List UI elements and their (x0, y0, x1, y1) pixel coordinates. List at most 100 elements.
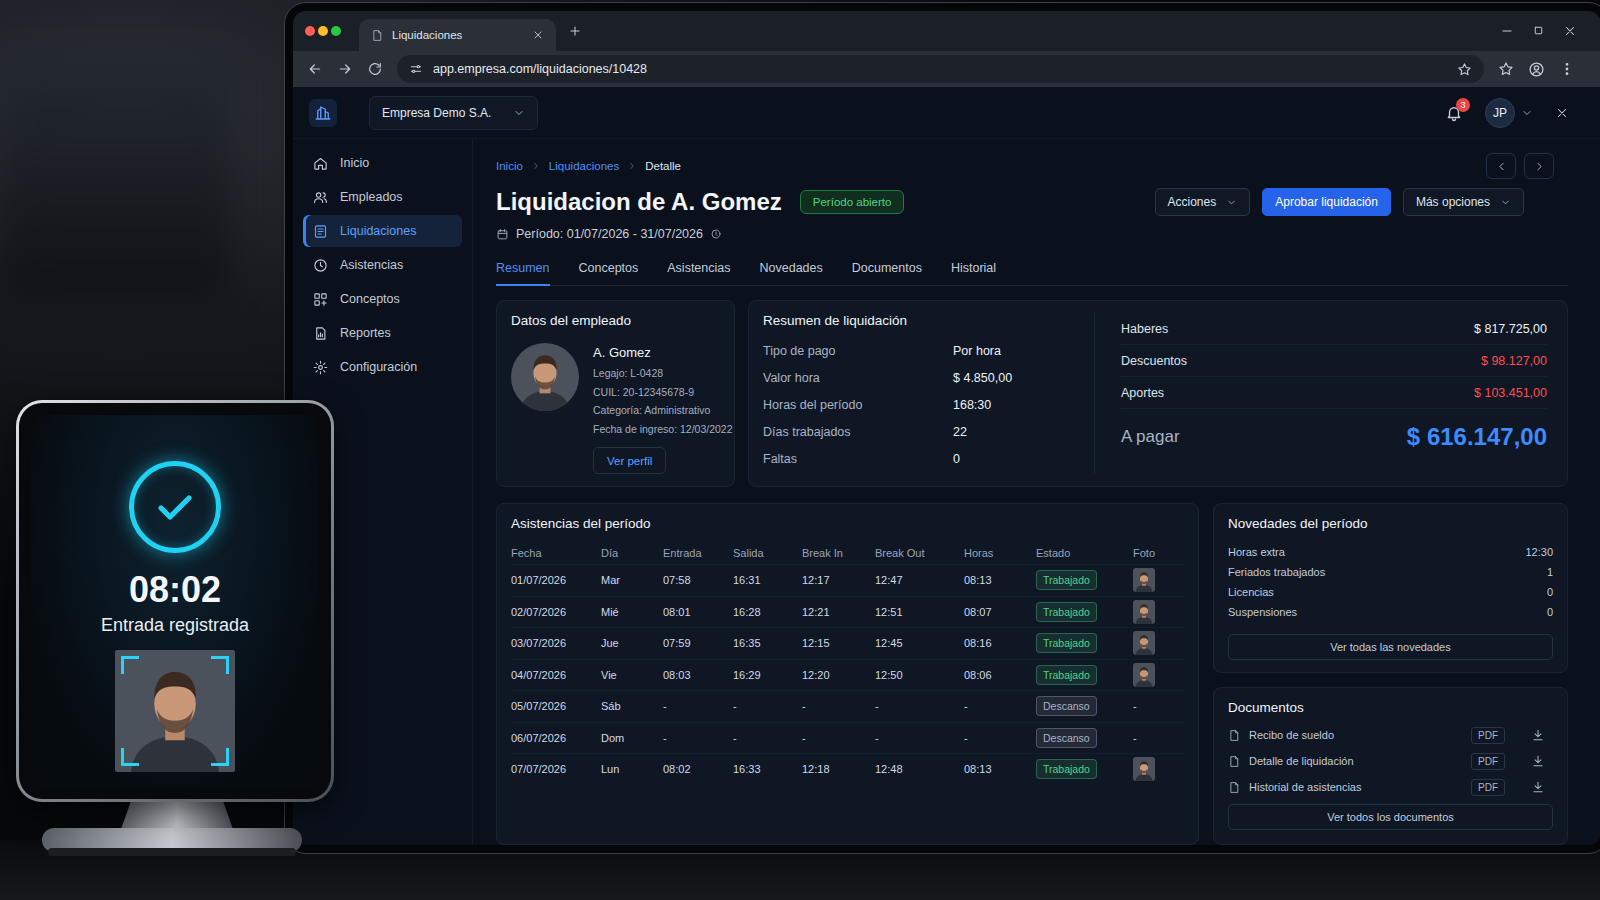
sidebar-item[interactable]: Reportes (303, 317, 462, 349)
column-header: Estado (1036, 547, 1133, 559)
company-selector[interactable]: Empresa Demo S.A. (369, 96, 538, 130)
close-icon (532, 29, 544, 41)
table-cell: - (875, 732, 964, 744)
table-row[interactable]: 01/07/2026Mar07:5816:3112:1712:4708:13Tr… (511, 564, 1184, 596)
column-header: Día (601, 547, 663, 559)
view-all-news-button[interactable]: Ver todas las novedades (1228, 634, 1553, 660)
approve-button[interactable]: Aprobar liquidación (1262, 188, 1391, 216)
table-cell: 12:45 (875, 637, 964, 649)
tab-title: Liquidaciones (392, 29, 462, 41)
news-item: Feriados trabajados1 (1228, 562, 1553, 582)
table-cell: 05/07/2026 (511, 700, 601, 712)
sidebar-label: Empleados (340, 190, 403, 204)
detail-label: Días trabajados (763, 418, 953, 445)
button-label: Aprobar liquidación (1275, 195, 1378, 209)
address-field[interactable]: app.empresa.com/liquidaciones/10428 (397, 55, 1484, 83)
download-button[interactable] (1531, 780, 1545, 794)
photo-cell (1133, 568, 1184, 592)
chevron-right-icon (627, 161, 637, 171)
table-cell: Sáb (601, 700, 663, 712)
document-item[interactable]: Recibo de sueldoPDF (1228, 722, 1553, 748)
table-row[interactable]: 04/07/2026Vie08:0316:2912:2012:5008:06Tr… (511, 659, 1184, 691)
face-capture (115, 650, 235, 772)
detail-label: Tipo de pago (763, 337, 953, 364)
total-label: Descuentos (1121, 354, 1187, 368)
browser-tab[interactable]: Liquidaciones (359, 19, 556, 51)
header-right: 3 JP (1445, 98, 1569, 128)
tab[interactable]: Conceptos (579, 255, 639, 286)
table-cell: 08:13 (964, 763, 1036, 775)
tab[interactable]: Documentos (852, 255, 922, 286)
status-badge: Trabajado (1036, 759, 1097, 779)
forward-icon (337, 61, 353, 77)
table-cell: - (875, 700, 964, 712)
documents-list: Recibo de sueldoPDFDetalle de liquidació… (1228, 722, 1553, 800)
sidebar-item[interactable]: Inicio (303, 147, 462, 179)
table-row[interactable]: 02/07/2026Mié08:0116:2812:2112:5108:07Tr… (511, 596, 1184, 628)
net-pay-value: $ 616.147,00 (1407, 423, 1547, 451)
sidebar-item[interactable]: Asistencias (303, 249, 462, 281)
news-card: Novedades del períodoHoras extra12:30Fer… (1213, 503, 1568, 673)
table-row[interactable]: 03/07/2026Jue07:5916:3512:1512:4508:16Tr… (511, 627, 1184, 659)
breadcrumb-row: InicioLiquidacionesDetalle (496, 153, 1568, 179)
new-tab-button[interactable] (568, 24, 582, 38)
next-button[interactable] (1524, 153, 1554, 179)
tab-bar: Resumen Conceptos Asistencias Novedades Docu… (496, 255, 1568, 286)
news-label: Horas extra (1228, 546, 1285, 558)
status-badge: Descanso (1036, 728, 1097, 748)
concepts-icon (313, 292, 328, 307)
minimize-window-button[interactable] (318, 26, 328, 36)
clock-icon (313, 258, 328, 273)
sidebar-item[interactable]: Configuración (303, 351, 462, 383)
dropdown-button[interactable]: Más opciones (1403, 188, 1524, 216)
zoom-window-button[interactable] (331, 26, 341, 36)
document-item[interactable]: Historial de asistenciasPDF (1228, 774, 1553, 800)
tab[interactable]: Resumen (496, 255, 550, 286)
table-cell: - (733, 732, 802, 744)
sidebar-item[interactable]: Empleados (303, 181, 462, 213)
record-navigation (1486, 153, 1554, 179)
table-cell: Mar (601, 574, 663, 586)
dropdown-button[interactable]: Acciones (1155, 188, 1251, 216)
news-value: 1 (1547, 566, 1553, 578)
table-row[interactable]: 05/07/2026Sáb-----Descanso- (511, 690, 1184, 722)
title-row: Liquidacion de A. GomezPeríodo abiertoAc… (496, 185, 1568, 219)
calendar-icon (496, 228, 509, 241)
tab[interactable]: Historial (951, 255, 996, 286)
attendance-photo-image (1133, 663, 1155, 687)
app-header: Empresa Demo S.A. 3 JP (293, 87, 1600, 139)
success-badge (129, 461, 221, 553)
close-window-button[interactable] (305, 26, 315, 36)
breadcrumb-item[interactable]: Inicio (496, 160, 523, 172)
sidebar-item[interactable]: Liquidaciones (303, 215, 462, 247)
table-row[interactable]: 06/07/2026Dom-----Descanso- (511, 722, 1184, 754)
view-all-documents-button[interactable]: Ver todos los documentos (1228, 804, 1553, 830)
total-label: Aportes (1121, 386, 1164, 400)
download-button[interactable] (1531, 754, 1545, 768)
total-value: $ 817.725,00 (1474, 322, 1547, 336)
download-icon (1531, 728, 1545, 742)
tab[interactable]: Novedades (760, 255, 823, 286)
detail-value: 168:30 (953, 391, 1094, 418)
chevron-right-icon (531, 161, 541, 171)
document-item[interactable]: Detalle de liquidaciónPDF (1228, 748, 1553, 774)
column-header: Fecha (511, 547, 601, 559)
tab[interactable]: Asistencias (667, 255, 730, 286)
notifications-button[interactable]: 3 (1445, 104, 1463, 122)
net-pay-label: A pagar (1121, 427, 1180, 447)
user-menu[interactable]: JP (1485, 98, 1533, 128)
table-row[interactable]: 07/07/2026Lun08:0216:3312:1812:4808:13Tr… (511, 753, 1184, 785)
download-button[interactable] (1531, 728, 1545, 742)
previous-button[interactable] (1486, 153, 1516, 179)
photo-cell (1133, 600, 1184, 624)
table-cell: 07:59 (663, 637, 733, 649)
breadcrumb-item[interactable]: Liquidaciones (549, 160, 619, 172)
table-cell: 12:47 (875, 574, 964, 586)
chevron-left-icon (1495, 160, 1508, 173)
card-title: Asistencias del período (511, 516, 1184, 532)
sidebar-item[interactable]: Conceptos (303, 283, 462, 315)
users-icon (313, 190, 328, 205)
employee-name: A. Gomez (593, 345, 733, 360)
button-label: Acciones (1168, 195, 1217, 209)
view-profile-button[interactable]: Ver perfil (593, 447, 666, 474)
